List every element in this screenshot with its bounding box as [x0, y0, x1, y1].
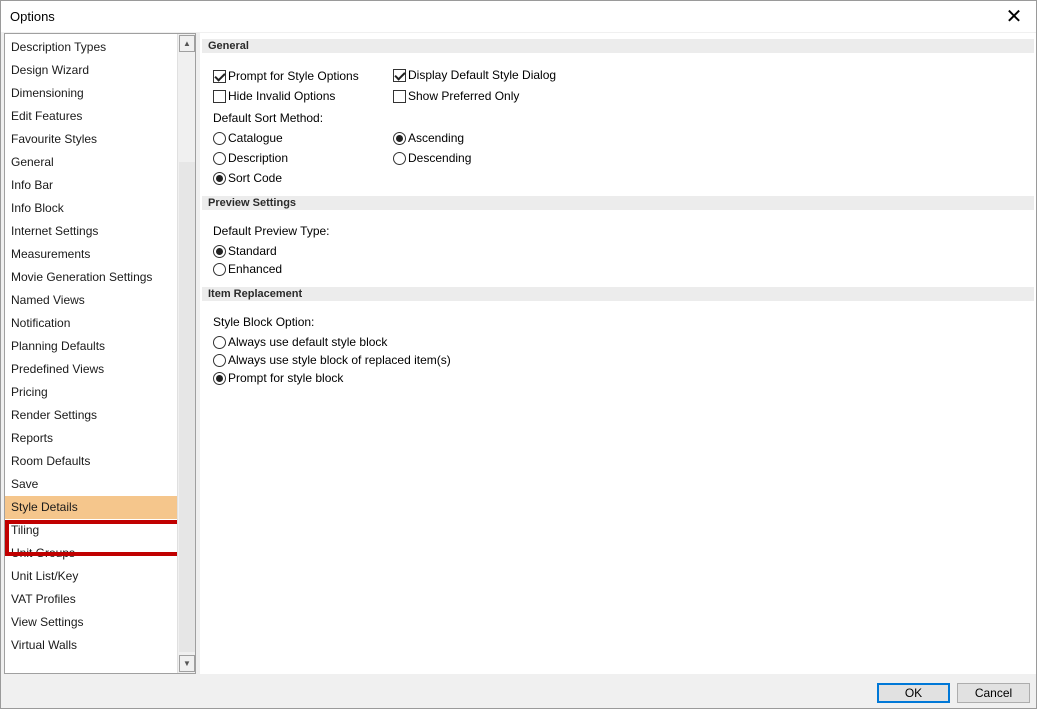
category-item[interactable]: VAT Profiles [5, 588, 177, 611]
radio-label: Catalogue [228, 131, 283, 145]
display-default-style-dialog-checkbox[interactable]: Display Default Style Dialog [393, 68, 556, 82]
radio-label: Enhanced [228, 262, 283, 276]
checkbox-label: Display Default Style Dialog [408, 68, 557, 82]
radio-circle[interactable] [213, 262, 226, 276]
preview-enhanced-radio[interactable]: Enhanced [213, 262, 282, 276]
category-item[interactable]: Notification [5, 312, 177, 335]
order-ascending-radio[interactable]: Ascending [393, 131, 464, 145]
category-item[interactable]: Design Wizard [5, 59, 177, 82]
options-dialog: Options ✕ Description Types Design Wizard… [0, 0, 1037, 709]
cancel-button[interactable]: Cancel [957, 683, 1030, 703]
close-button[interactable]: ✕ [992, 1, 1036, 32]
category-item[interactable]: Dimensioning [5, 82, 177, 105]
list-scrollbar[interactable]: ▲ ▼ [177, 34, 195, 673]
radio-circle[interactable] [213, 131, 226, 145]
category-item[interactable]: Info Bar [5, 174, 177, 197]
radio-circle[interactable] [213, 353, 226, 367]
category-item[interactable]: Unit List/Key [5, 565, 177, 588]
radio-circle[interactable] [213, 151, 226, 165]
always-default-block-radio[interactable]: Always use default style block [213, 335, 387, 349]
sort-code-radio[interactable]: Sort Code [213, 171, 282, 185]
chevron-up-icon: ▲ [183, 39, 191, 48]
checkbox-label: Prompt for Style Options [228, 69, 359, 83]
radio-circle[interactable] [213, 244, 226, 258]
category-item[interactable]: Room Defaults [5, 450, 177, 473]
radio-circle[interactable] [213, 171, 226, 185]
sort-method-label: Default Sort Method: [213, 111, 324, 125]
category-item[interactable]: Named Views [5, 289, 177, 312]
category-item[interactable]: Measurements [5, 243, 177, 266]
hide-invalid-options-checkbox[interactable]: Hide Invalid Options [213, 89, 335, 103]
replacement-section-header: Item Replacement [202, 287, 1034, 301]
checkbox-box[interactable] [213, 69, 226, 83]
radio-label: Description [228, 151, 289, 165]
show-preferred-only-checkbox[interactable]: Show Preferred Only [393, 89, 519, 103]
prompt-style-options-checkbox[interactable]: Prompt for Style Options [213, 69, 359, 83]
category-item[interactable]: Internet Settings [5, 220, 177, 243]
category-item[interactable]: Movie Generation Settings [5, 266, 177, 289]
category-item[interactable]: Style Details [5, 496, 177, 519]
radio-label: Sort Code [228, 171, 283, 185]
radio-label: Standard [228, 244, 277, 258]
sort-description-radio[interactable]: Description [213, 151, 288, 165]
category-item[interactable]: Pricing [5, 381, 177, 404]
scroll-thumb[interactable] [179, 53, 195, 163]
scroll-up-button[interactable]: ▲ [179, 35, 195, 52]
category-item[interactable]: General [5, 151, 177, 174]
checkbox-box[interactable] [393, 68, 406, 82]
category-items: Description Types Design Wizard Dimensioni… [5, 34, 177, 673]
category-item[interactable]: Planning Defaults [5, 335, 177, 358]
preview-section-header: Preview Settings [202, 196, 1034, 210]
category-item[interactable]: Virtual Walls [5, 634, 177, 657]
scroll-track[interactable] [179, 162, 195, 652]
style-block-option-label: Style Block Option: [213, 315, 315, 329]
checkbox-box[interactable] [213, 89, 226, 103]
style-details-panel: General Prompt for Style Options Display… [200, 33, 1036, 674]
category-item[interactable]: Tiling [5, 519, 177, 542]
order-descending-radio[interactable]: Descending [393, 151, 471, 165]
category-item[interactable]: Render Settings [5, 404, 177, 427]
radio-circle[interactable] [393, 131, 406, 145]
options-category-list: Description Types Design Wizard Dimensioni… [4, 33, 196, 674]
radio-label: Descending [408, 151, 472, 165]
category-item[interactable]: Description Types [5, 36, 177, 59]
radio-label: Ascending [408, 131, 465, 145]
checkbox-label: Hide Invalid Options [228, 89, 336, 103]
dialog-title: Options [10, 9, 55, 24]
preview-type-label: Default Preview Type: [213, 224, 330, 238]
sort-catalogue-radio[interactable]: Catalogue [213, 131, 283, 145]
radio-label: Always use style block of replaced item(… [228, 353, 451, 367]
ok-button[interactable]: OK [877, 683, 950, 703]
title-bar: Options ✕ [1, 1, 1036, 32]
general-section-header: General [202, 39, 1034, 53]
radio-label: Prompt for style block [228, 371, 344, 385]
category-item[interactable]: Predefined Views [5, 358, 177, 381]
category-item[interactable]: Save [5, 473, 177, 496]
checkbox-box[interactable] [393, 89, 406, 103]
category-item[interactable]: Reports [5, 427, 177, 450]
category-item[interactable]: View Settings [5, 611, 177, 634]
radio-circle[interactable] [213, 371, 226, 385]
category-item[interactable]: Info Block [5, 197, 177, 220]
checkbox-label: Show Preferred Only [408, 89, 520, 103]
close-icon: ✕ [1005, 6, 1023, 28]
radio-circle[interactable] [213, 335, 226, 349]
chevron-down-icon: ▼ [183, 659, 191, 668]
category-item[interactable]: Unit Groups [5, 542, 177, 565]
prompt-style-block-radio[interactable]: Prompt for style block [213, 371, 343, 385]
scroll-down-button[interactable]: ▼ [179, 655, 195, 672]
radio-label: Always use default style block [228, 335, 388, 349]
always-replaced-block-radio[interactable]: Always use style block of replaced item(… [213, 353, 451, 367]
radio-circle[interactable] [393, 151, 406, 165]
category-item[interactable]: Favourite Styles [5, 128, 177, 151]
category-item[interactable]: Edit Features [5, 105, 177, 128]
preview-standard-radio[interactable]: Standard [213, 244, 277, 258]
